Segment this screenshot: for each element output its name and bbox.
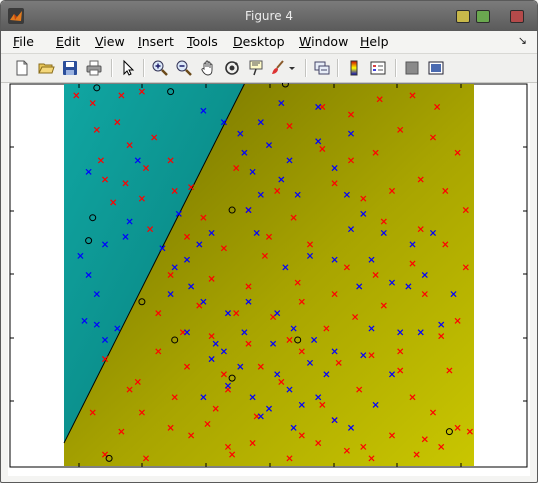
rotate-3d-icon[interactable]: [223, 59, 241, 77]
data-cursor-icon[interactable]: [247, 59, 265, 77]
menu-view[interactable]: View: [95, 34, 125, 49]
insert-legend-icon[interactable]: [369, 59, 387, 77]
menu-edit[interactable]: Edit: [56, 34, 80, 49]
menu-tools[interactable]: Tools: [187, 34, 218, 49]
edit-plot-arrow-icon[interactable]: [119, 59, 137, 77]
close-button[interactable]: [510, 10, 524, 23]
figure-toolbar: [1, 53, 537, 83]
brush-icon[interactable]: [269, 59, 287, 77]
scatter-plot-svg: [9, 83, 528, 468]
dock-arrow-icon[interactable]: ↘: [518, 34, 527, 47]
brush-dropdown-icon[interactable]: [287, 59, 297, 77]
insert-colorbar-icon[interactable]: [345, 59, 363, 77]
menu-bar: File Edit View Insert Tools Desktop Wind…: [1, 31, 537, 53]
title-bar[interactable]: Figure 4: [1, 1, 537, 31]
print-figure-icon[interactable]: [85, 59, 103, 77]
hide-plot-tools-icon[interactable]: [403, 59, 421, 77]
zoom-in-icon[interactable]: [151, 59, 169, 77]
figure-canvas[interactable]: [8, 83, 530, 476]
save-figure-icon[interactable]: [61, 59, 79, 77]
figure-window: Figure 4 File Edit View Insert Tools Des…: [0, 0, 538, 483]
pan-hand-icon[interactable]: [199, 59, 217, 77]
zoom-out-icon[interactable]: [175, 59, 193, 77]
open-file-icon[interactable]: [37, 59, 55, 77]
menu-file[interactable]: File: [13, 34, 34, 49]
menu-insert[interactable]: Insert: [138, 34, 174, 49]
link-plot-icon[interactable]: [313, 59, 331, 77]
maximize-button[interactable]: [476, 10, 490, 23]
minimize-button[interactable]: [456, 10, 470, 23]
new-figure-icon[interactable]: [13, 59, 31, 77]
menu-help[interactable]: Help: [360, 34, 389, 49]
menu-window[interactable]: Window: [299, 34, 348, 49]
show-plot-tools-icon[interactable]: [427, 59, 445, 77]
menu-desktop[interactable]: Desktop: [233, 34, 285, 49]
